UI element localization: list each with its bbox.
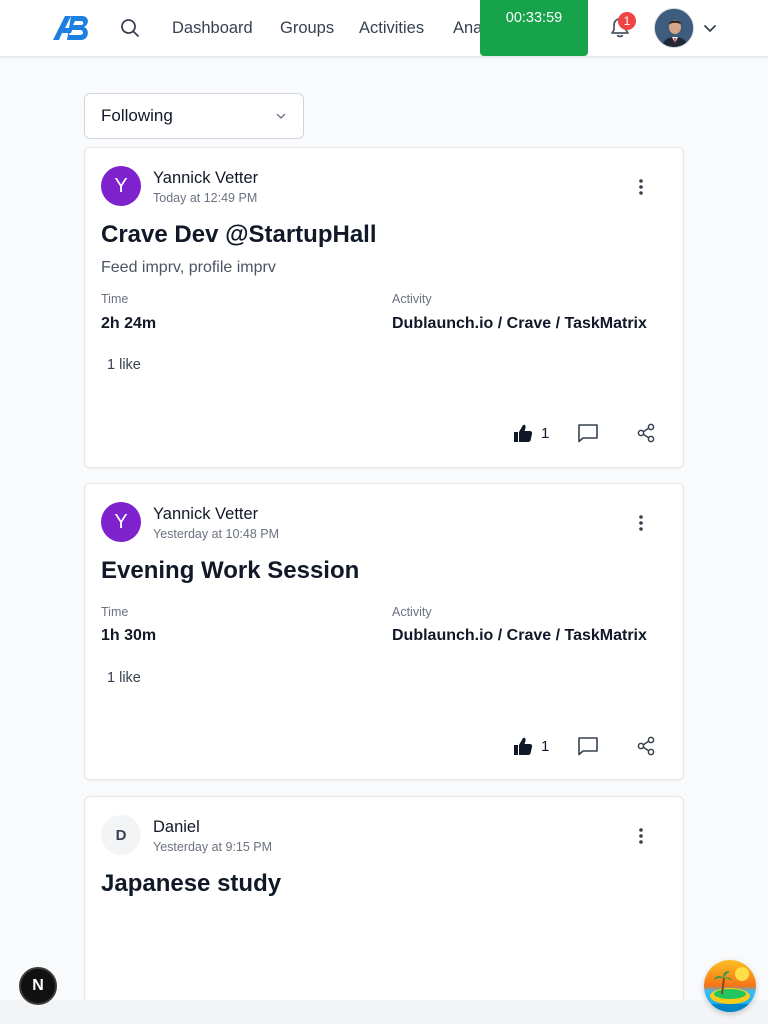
chevron-down-icon (276, 113, 286, 119)
app-logo[interactable] (51, 14, 91, 42)
author-avatar[interactable]: Y (101, 166, 141, 206)
likes-summary[interactable]: 1 like (107, 357, 141, 373)
activity-label: Activity (392, 292, 432, 306)
time-label: Time (101, 605, 129, 619)
comment-icon (578, 424, 598, 443)
island-widget-icon[interactable] (704, 960, 756, 1012)
share-button[interactable] (636, 423, 656, 443)
like-button[interactable]: 1 (513, 736, 549, 756)
thumbs-up-icon (514, 737, 533, 755)
nav-groups[interactable]: Groups (280, 18, 334, 38)
post-timestamp: Today at 12:49 PM (153, 191, 258, 205)
search-icon[interactable] (118, 16, 142, 40)
bottom-strip (0, 1000, 768, 1024)
session-timer[interactable]: 00:33:59 (480, 0, 588, 56)
thumbs-up-icon (514, 424, 533, 442)
more-options-icon[interactable] (630, 176, 652, 198)
share-icon (637, 736, 655, 756)
likes-summary[interactable]: 1 like (107, 670, 141, 686)
more-options-icon[interactable] (630, 512, 652, 534)
comment-button[interactable] (577, 423, 599, 443)
post-card: D Daniel Yesterday at 9:15 PM Japanese s… (84, 796, 684, 1024)
time-label: Time (101, 292, 129, 306)
share-icon (637, 423, 655, 443)
nav-dashboard[interactable]: Dashboard (172, 18, 253, 38)
post-title[interactable]: Japanese study (101, 870, 281, 898)
post-card: Y Yannick Vetter Yesterday at 10:48 PM E… (84, 483, 684, 780)
feed-filter-value: Following (101, 106, 173, 125)
post-description: Feed imprv, profile imprv (101, 259, 276, 276)
like-button[interactable]: 1 (513, 423, 549, 443)
author-avatar[interactable]: Y (101, 502, 141, 542)
like-count: 1 (541, 424, 550, 442)
top-navbar: Dashboard Groups Activities Analytics 00… (0, 0, 768, 57)
dev-tools-badge[interactable]: N (19, 967, 57, 1005)
author-name[interactable]: Daniel (153, 818, 200, 837)
notification-badge: 1 (618, 12, 636, 30)
comment-icon (578, 737, 598, 756)
post-timestamp: Yesterday at 10:48 PM (153, 527, 280, 541)
chevron-down-icon[interactable] (702, 20, 718, 36)
more-options-icon[interactable] (630, 825, 652, 847)
activity-value[interactable]: Dublaunch.io / Crave / TaskMatrix (392, 315, 662, 333)
post-timestamp: Yesterday at 9:15 PM (153, 840, 273, 854)
share-button[interactable] (636, 736, 656, 756)
activity-label: Activity (392, 605, 432, 619)
feed-filter-select[interactable]: Following (84, 93, 304, 139)
post-title[interactable]: Evening Work Session (101, 557, 359, 585)
post-title[interactable]: Crave Dev @StartupHall (101, 221, 377, 249)
activity-value[interactable]: Dublaunch.io / Crave / TaskMatrix (392, 627, 662, 645)
time-value: 2h 24m (101, 315, 157, 332)
post-card: Y Yannick Vetter Today at 12:49 PM Crave… (84, 147, 684, 468)
author-name[interactable]: Yannick Vetter (153, 505, 258, 524)
comment-button[interactable] (577, 736, 599, 756)
like-count: 1 (541, 737, 550, 755)
user-avatar[interactable] (654, 8, 694, 48)
time-value: 1h 30m (101, 627, 157, 644)
author-name[interactable]: Yannick Vetter (153, 169, 258, 188)
nav-activities[interactable]: Activities (359, 18, 424, 38)
author-avatar[interactable]: D (101, 815, 141, 855)
